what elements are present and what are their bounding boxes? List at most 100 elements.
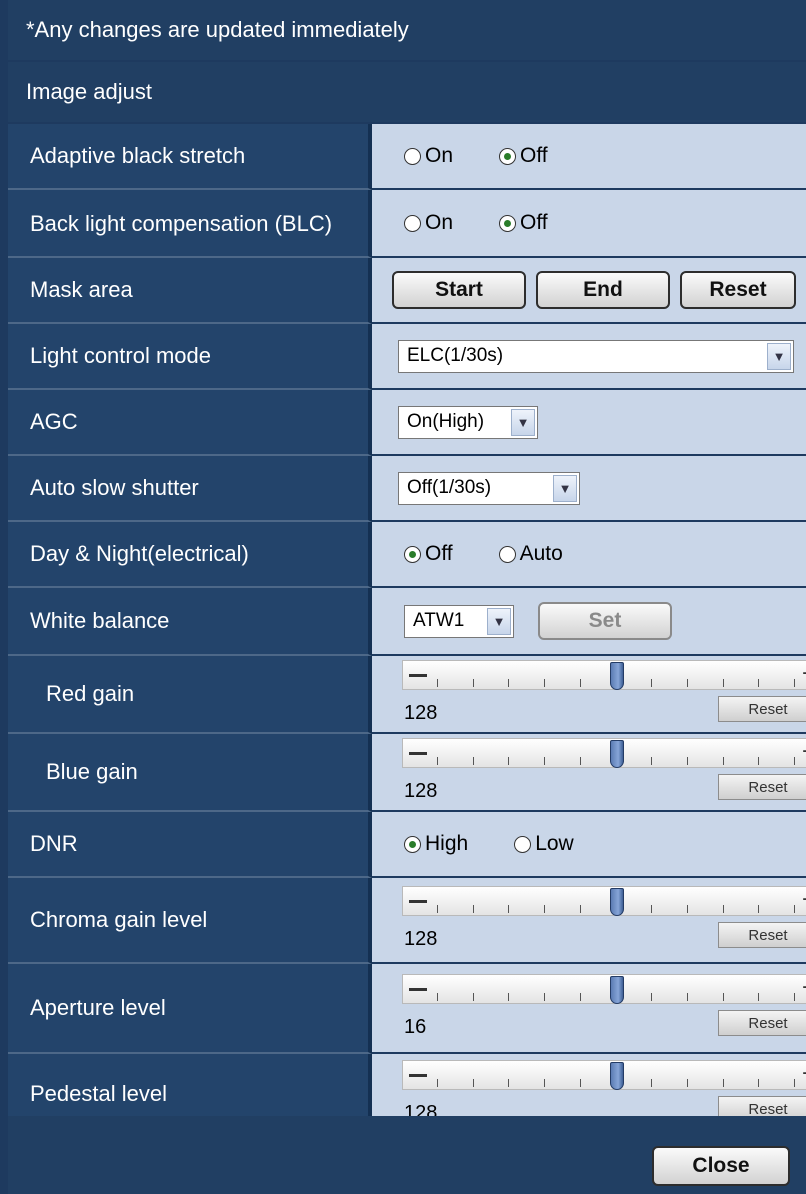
radio-circle-checked-icon <box>404 545 421 563</box>
red-gain-thumb[interactable] <box>610 662 624 690</box>
blue-gain-reset-button[interactable]: Reset <box>718 774 806 800</box>
close-button[interactable]: Close <box>652 1146 790 1186</box>
blc-off-radio[interactable]: Off <box>499 211 548 235</box>
radio-circle-checked-icon <box>404 835 421 853</box>
chroma-gain-track[interactable]: + <box>402 886 806 916</box>
slider-tick <box>758 905 760 913</box>
dnr-high-radio[interactable]: High <box>404 832 468 856</box>
day-night-auto-radio[interactable]: Auto <box>498 542 563 566</box>
row-mask-area: Mask area Start End Reset <box>8 258 806 324</box>
minus-icon[interactable] <box>403 661 433 689</box>
slider-tick <box>758 757 760 765</box>
red-gain-track[interactable]: + <box>402 660 806 690</box>
chroma-gain-slider: + 128 Reset <box>372 882 806 958</box>
chroma-gain-value: 128 <box>404 928 438 950</box>
slider-tick <box>758 1079 760 1087</box>
minus-icon[interactable] <box>403 739 433 767</box>
slider-tick <box>793 993 795 1001</box>
slider-tick <box>686 905 688 913</box>
slider-tick <box>437 1079 438 1087</box>
slider-tick <box>722 1079 724 1087</box>
slider-tick <box>651 757 653 765</box>
mask-start-button[interactable]: Start <box>392 271 526 309</box>
row-day-night: Day & Night(electrical) Off Auto <box>8 522 806 588</box>
white-balance-select[interactable]: ATW1 ▼ <box>404 604 514 638</box>
agc-label: AGC <box>8 390 372 456</box>
slider-tick <box>793 1079 795 1087</box>
mask-area-label: Mask area <box>8 258 372 324</box>
chevron-down-icon[interactable]: ▼ <box>511 408 535 436</box>
slider-tick <box>437 905 438 913</box>
slider-tick <box>651 679 653 687</box>
pedestal-level-track[interactable]: + <box>402 1060 806 1090</box>
dnr-low-radio[interactable]: Low <box>514 832 574 856</box>
slider-tick <box>472 679 474 687</box>
minus-icon[interactable] <box>403 975 433 1003</box>
row-agc: AGC On(High) ▼ <box>8 390 806 456</box>
plus-icon[interactable]: + <box>799 887 806 915</box>
slider-tick <box>437 757 438 765</box>
chroma-gain-thumb[interactable] <box>610 888 624 916</box>
chevron-down-icon[interactable]: ▼ <box>767 342 791 370</box>
slider-tick <box>472 993 474 1001</box>
slider-tick <box>758 993 760 1001</box>
light-control-mode-select[interactable]: ELC(1/30s) ▼ <box>398 339 794 373</box>
radio-circle-icon <box>404 147 421 165</box>
slider-tick <box>651 1079 653 1087</box>
row-white-balance: White balance ATW1 ▼ Set <box>8 588 806 656</box>
blue-gain-label: Blue gain <box>8 734 372 812</box>
chroma-gain-level-label: Chroma gain level <box>8 878 372 964</box>
plus-icon[interactable]: + <box>799 975 806 1003</box>
plus-icon[interactable]: + <box>799 1061 806 1089</box>
slider-tick <box>722 993 724 1001</box>
day-night-label: Day & Night(electrical) <box>8 522 372 588</box>
update-notice: *Any changes are updated immediately <box>8 0 806 60</box>
white-balance-set-button[interactable]: Set <box>538 602 672 640</box>
slider-tick <box>722 905 724 913</box>
plus-icon[interactable]: + <box>799 739 806 767</box>
section-title: Image adjust <box>8 62 806 122</box>
aperture-level-thumb[interactable] <box>610 976 624 1004</box>
blue-gain-slider: + 128 Reset <box>372 734 806 810</box>
chroma-gain-reset-button[interactable]: Reset <box>718 922 806 948</box>
blc-on-radio[interactable]: On <box>404 211 453 235</box>
chevron-down-icon[interactable]: ▼ <box>553 474 577 502</box>
minus-icon[interactable] <box>403 887 433 915</box>
aperture-level-value: 16 <box>404 1016 427 1038</box>
aperture-level-track[interactable]: + <box>402 974 806 1004</box>
radio-circle-icon <box>498 545 516 563</box>
plus-icon[interactable]: + <box>799 661 806 689</box>
blue-gain-thumb[interactable] <box>610 740 624 768</box>
slider-tick <box>472 905 474 913</box>
aperture-level-reset-button[interactable]: Reset <box>718 1010 806 1036</box>
mask-end-button[interactable]: End <box>536 271 670 309</box>
slider-tick <box>686 679 688 687</box>
blue-gain-track[interactable]: + <box>402 738 806 768</box>
row-dnr: DNR High Low <box>8 812 806 878</box>
row-blue-gain: Blue gain + 128 Reset <box>8 734 806 812</box>
auto-slow-shutter-select[interactable]: Off(1/30s) ▼ <box>398 471 580 505</box>
slider-tick <box>437 993 438 1001</box>
slider-tick <box>722 757 724 765</box>
slider-tick <box>758 679 760 687</box>
day-night-off-radio[interactable]: Off <box>404 542 453 566</box>
agc-select[interactable]: On(High) ▼ <box>398 405 538 439</box>
mask-reset-button[interactable]: Reset <box>680 271 796 309</box>
pedestal-level-thumb[interactable] <box>610 1062 624 1090</box>
slider-tick <box>437 679 438 687</box>
light-control-mode-label: Light control mode <box>8 324 372 390</box>
minus-icon[interactable] <box>403 1061 433 1089</box>
adaptive-black-stretch-radio-group: On Off <box>372 144 806 168</box>
slider-tick <box>651 993 653 1001</box>
aperture-level-slider: + 16 Reset <box>372 970 806 1046</box>
slider-tick <box>508 757 510 765</box>
adaptive-black-stretch-label: Adaptive black stretch <box>8 124 372 190</box>
adaptive-black-stretch-off-radio[interactable]: Off <box>499 144 548 168</box>
radio-circle-checked-icon <box>499 214 517 232</box>
image-adjust-window: *Any changes are updated immediately Ima… <box>0 0 806 1194</box>
slider-tick <box>686 1079 688 1087</box>
adaptive-black-stretch-on-radio[interactable]: On <box>404 144 453 168</box>
red-gain-reset-button[interactable]: Reset <box>718 696 806 722</box>
chevron-down-icon[interactable]: ▼ <box>487 607 511 635</box>
radio-circle-icon <box>404 214 421 232</box>
